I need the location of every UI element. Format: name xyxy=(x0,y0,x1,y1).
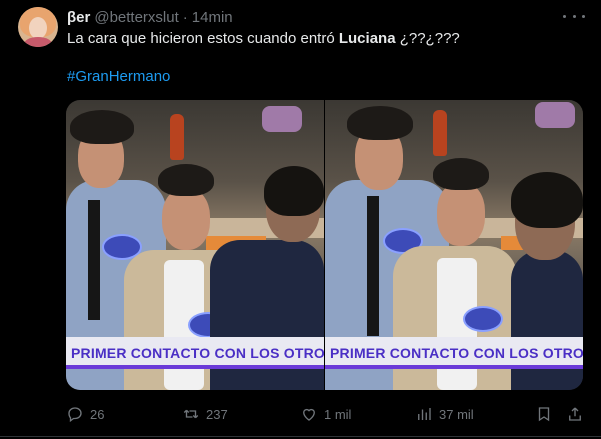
retweet-icon xyxy=(183,409,199,419)
bookmark-button[interactable] xyxy=(535,403,553,425)
like-button[interactable]: 1 mil xyxy=(300,403,351,425)
avatar[interactable] xyxy=(18,7,58,47)
banner-stripe xyxy=(325,365,583,369)
reply-icon xyxy=(68,407,82,423)
heart-icon xyxy=(303,408,315,421)
reply-button[interactable]: 26 xyxy=(66,403,104,425)
retweet-count: 237 xyxy=(206,406,228,422)
separator-dot: · xyxy=(182,8,188,26)
tweet[interactable]: βer @betterxslut · 14min La cara que hic… xyxy=(0,0,601,439)
timestamp[interactable]: 14min xyxy=(192,9,233,26)
tweet-header: βer @betterxslut · 14min xyxy=(67,8,233,26)
tweet-text-start: La cara que hicieron estos cuando entró xyxy=(67,30,339,47)
tweet-actions: 26 237 1 mil 37 mil xyxy=(0,403,601,425)
tweet-media[interactable]: PRIMER CONTACTO CON LOS OTROS JUGADO xyxy=(66,100,583,390)
tweet-text-end: ¿??¿??? xyxy=(395,30,460,47)
user-handle[interactable]: @betterxslut xyxy=(94,9,178,26)
reply-count: 26 xyxy=(90,406,105,422)
more-icon[interactable] xyxy=(563,9,585,23)
kitchen-appliance xyxy=(262,106,302,132)
share-icon xyxy=(569,407,581,421)
bottle xyxy=(433,110,447,156)
retweet-button[interactable]: 237 xyxy=(182,403,228,425)
avatar-face xyxy=(29,17,47,39)
bottle xyxy=(170,114,184,160)
share-button[interactable] xyxy=(566,403,584,425)
hashtag-link[interactable]: #GranHermano xyxy=(67,68,170,86)
views-button[interactable]: 37 mil xyxy=(415,403,474,425)
tweet-text-bold: Luciana xyxy=(338,30,396,47)
avatar-shirt xyxy=(24,37,52,47)
views-count: 37 mil xyxy=(439,406,474,422)
media-image-2[interactable]: PRIMER CONTACTO CON LOS OTROS JUGA xyxy=(325,100,583,390)
banner-text: PRIMER CONTACTO CON LOS OTROS JUGA xyxy=(330,345,583,361)
banner-stripe xyxy=(66,365,324,369)
media-image-1[interactable]: PRIMER CONTACTO CON LOS OTROS JUGADO xyxy=(66,100,324,390)
kitchen-appliance xyxy=(535,102,575,128)
like-count: 1 mil xyxy=(324,406,352,422)
bookmark-icon xyxy=(538,407,550,422)
banner-text: PRIMER CONTACTO CON LOS OTROS JUGADO xyxy=(71,345,324,361)
display-name[interactable]: βer xyxy=(67,9,90,26)
tweet-text: La cara que hicieron estos cuando entró … xyxy=(67,30,460,48)
tweet-divider xyxy=(0,436,601,437)
views-icon xyxy=(418,408,431,420)
